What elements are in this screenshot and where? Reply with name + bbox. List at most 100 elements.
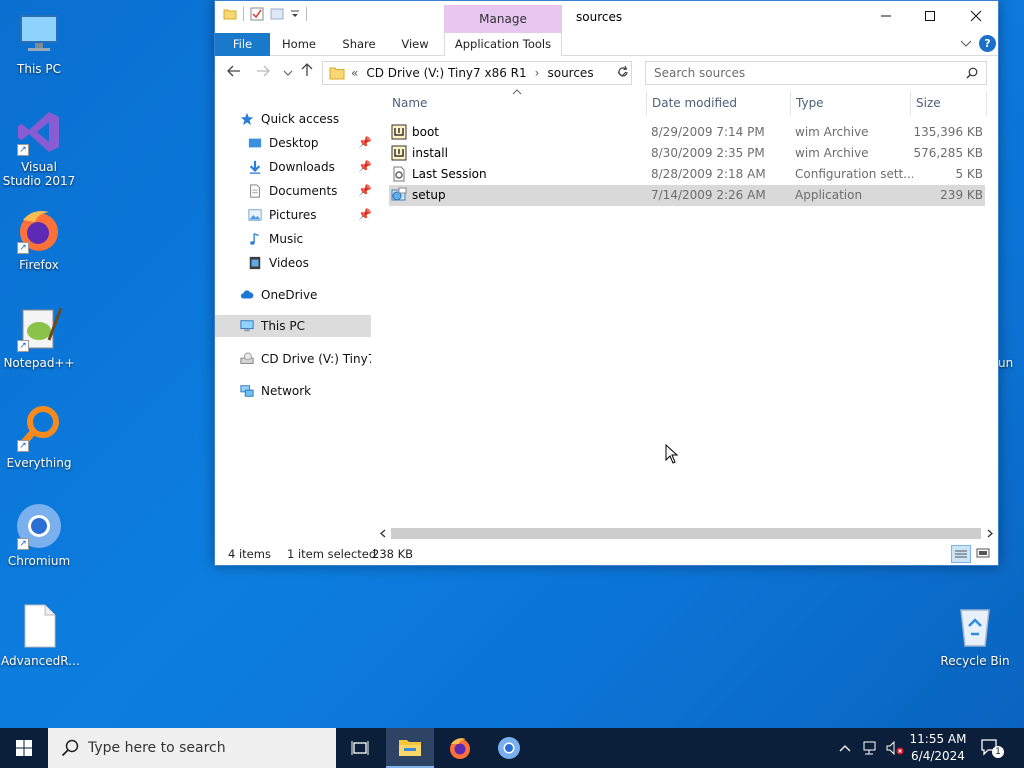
sidebar-item-network[interactable]: Network [215,380,371,402]
volume-muted-icon[interactable] [886,741,904,755]
desktop-icon-label: AdvancedR... [1,654,80,668]
column-header-date-modified[interactable]: Date modified [647,91,791,115]
tab-file[interactable]: File [215,33,270,56]
column-header-size[interactable]: Size [911,91,987,115]
sidebar-item-music[interactable]: Music [215,228,371,250]
customize-qat-chevron-icon[interactable] [290,7,300,21]
navigation-pane: Quick access Desktop 📌 Downloads 📌 Docum… [215,93,375,533]
table-row[interactable]: install 8/30/2009 2:35 PM wim Archive 57… [389,143,985,164]
sidebar-item-desktop[interactable]: Desktop 📌 [215,132,371,154]
help-button[interactable]: ? [979,35,996,52]
search-box[interactable]: Search sources [645,61,987,85]
file-size: 5 KB [955,167,983,181]
breadcrumb-sources[interactable]: sources [547,66,593,80]
details-view-button[interactable] [951,545,971,563]
column-header-type[interactable]: Type [791,91,911,115]
taskbar-search-input[interactable]: Type here to search [88,740,226,756]
desktop-icon [248,138,262,147]
sidebar-item-quick-access[interactable]: Quick access [215,108,371,130]
close-button[interactable] [953,1,999,31]
desktop-icon-this-pc[interactable]: This PC [1,10,77,76]
breadcrumb-separator[interactable]: › [535,66,540,80]
table-row[interactable]: boot 8/29/2009 7:14 PM wim Archive 135,3… [389,122,985,143]
desktop-icon-notepad-plus-plus[interactable]: ↗ Notepad++ [1,304,77,370]
setup-application-icon [391,187,407,200]
sidebar-item-videos[interactable]: Videos [215,252,371,274]
taskbar-firefox[interactable] [436,728,484,768]
sidebar-item-pictures[interactable]: Pictures 📌 [215,204,371,226]
taskbar-chromium[interactable] [485,728,533,768]
desktop-icon-label: Everything [6,456,72,470]
taskbar: Type here to search 11:55 AM 6/4/2024 1 [0,728,1024,768]
search-icon [966,67,978,79]
windows-logo-icon [16,740,32,756]
tab-share[interactable]: Share [337,33,381,56]
this-pc-icon [15,10,63,58]
network-status-icon[interactable] [862,741,878,755]
expand-ribbon-chevron-icon[interactable] [960,39,972,49]
status-item-count: 4 items [228,547,271,561]
task-view-icon [351,741,369,755]
sidebar-item-label: CD Drive (V:) Tiny7 x8 [261,352,371,366]
refresh-button[interactable] [616,65,632,81]
scroll-right-arrow-icon[interactable] [986,529,994,538]
back-button[interactable] [224,63,244,83]
blank-document-icon [15,602,63,650]
address-overflow[interactable]: « [351,66,358,80]
sidebar-item-label: Network [261,384,312,398]
file-name: Last Session [412,167,487,181]
title-bar: Manage sources [215,1,998,33]
taskbar-search-box[interactable]: Type here to search [48,728,336,768]
large-icons-view-button[interactable] [975,545,993,563]
shortcut-arrow-icon: ↗ [17,340,29,352]
desktop-icon-firefox[interactable]: ↗ Firefox [1,206,77,272]
task-view-button[interactable] [336,728,384,768]
up-button[interactable] [297,63,317,83]
taskbar-file-explorer[interactable] [386,728,434,768]
recycle-bin-icon [951,602,999,650]
sidebar-item-label: Downloads [269,160,335,174]
maximize-icon [925,11,935,21]
sidebar-item-documents[interactable]: Documents 📌 [215,180,371,202]
desktop-icon-recycle-bin[interactable]: Recycle Bin [937,602,1013,668]
scrollbar-thumb[interactable] [391,528,981,539]
notepad-plus-plus-icon: ↗ [15,304,63,352]
scroll-left-arrow-icon[interactable] [379,529,387,538]
tab-application-tools[interactable]: Application Tools [444,33,562,56]
sidebar-item-onedrive[interactable]: OneDrive [215,284,371,306]
firefox-icon [450,738,470,759]
tab-home[interactable]: Home [277,33,321,56]
desktop-icon-advancedr[interactable]: AdvancedR... [1,602,80,668]
refresh-icon [618,65,628,77]
notification-center-button[interactable]: 1 [980,738,1004,758]
window-title: sources [576,10,623,24]
sidebar-item-this-pc[interactable]: This PC [215,315,371,337]
address-bar[interactable]: « CD Drive (V:) Tiny7 x86 R1 › sources [322,61,632,85]
column-header-name[interactable]: Name [387,91,647,115]
properties-icon[interactable] [250,7,264,21]
new-folder-icon[interactable] [270,7,284,21]
tab-view[interactable]: View [395,33,435,56]
chevron-down-icon [283,70,293,76]
forward-button[interactable] [253,63,273,83]
maximize-button[interactable] [907,1,953,31]
horizontal-scrollbar[interactable] [375,525,999,542]
start-button[interactable] [0,728,48,768]
table-row[interactable]: Last Session 8/28/2009 2:18 AM Configura… [389,164,985,185]
breadcrumb-drive[interactable]: CD Drive (V:) Tiny7 x86 R1 [366,66,526,80]
desktop-icon-chromium[interactable]: ↗ Chromium [1,502,77,568]
recent-locations-button[interactable] [278,63,298,83]
sidebar-item-cd-drive[interactable]: CD Drive (V:) Tiny7 x8 [215,348,371,370]
search-input[interactable]: Search sources [654,66,745,80]
desktop-icon-everything[interactable]: ↗ Everything [1,404,77,470]
contextual-tab-manage[interactable]: Manage [444,5,562,33]
desktop-icon-visual-studio[interactable]: ↗ Visual Studio 2017 [1,108,77,188]
cd-drive-icon [240,351,254,364]
sidebar-item-downloads[interactable]: Downloads 📌 [215,156,371,178]
taskbar-clock[interactable]: 11:55 AM 6/4/2024 [906,731,970,765]
folder-icon [223,9,237,20]
minimize-button[interactable] [863,1,909,31]
file-type: wim Archive [795,125,869,139]
table-row-selected[interactable]: setup 7/14/2009 2:26 AM Application 239 … [389,185,985,206]
show-hidden-icons-chevron-icon[interactable] [838,743,852,753]
